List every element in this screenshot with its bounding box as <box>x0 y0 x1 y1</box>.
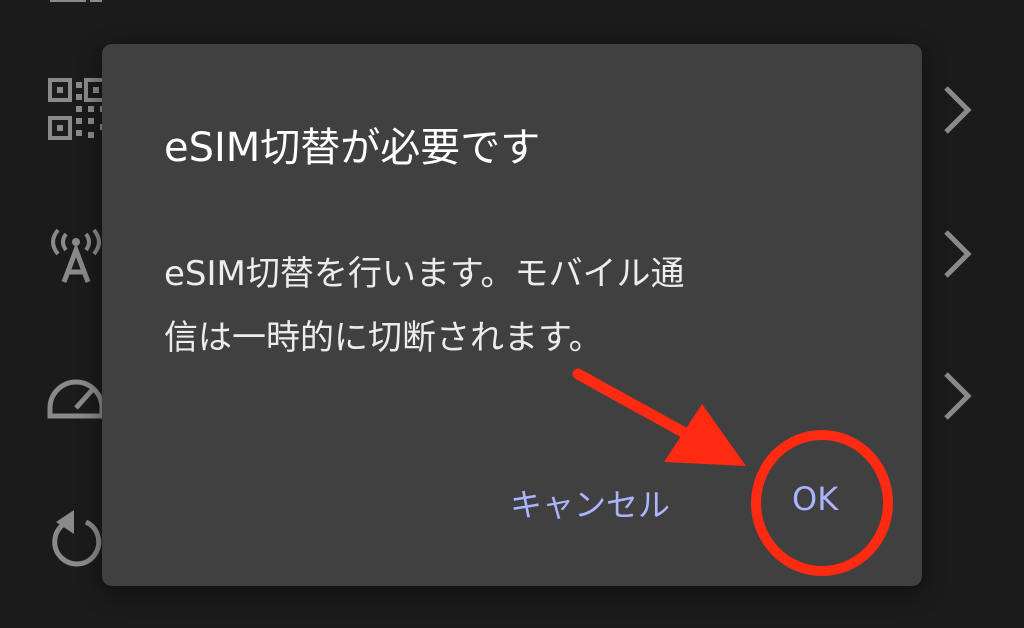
screen: eSIM切替が必要です eSIM切替を行います。モバイル通 信は一時的に切断され… <box>0 0 1024 628</box>
device-icon <box>50 0 102 2</box>
esim-switch-dialog: eSIM切替が必要です eSIM切替を行います。モバイル通 信は一時的に切断され… <box>102 44 922 586</box>
dialog-title: eSIM切替が必要です <box>164 125 541 171</box>
dialog-message: eSIM切替を行います。モバイル通 信は一時的に切断されます。 <box>164 242 864 370</box>
chevron-right-icon <box>944 372 972 420</box>
chevron-right-icon <box>944 86 972 134</box>
qr-code-icon <box>48 78 108 140</box>
chevron-right-icon <box>944 230 972 278</box>
ok-button[interactable]: OK <box>792 480 838 518</box>
dialog-message-line1: eSIM切替を行います。モバイル通 <box>164 254 685 294</box>
dialog-message-line2: 信は一時的に切断されます。 <box>164 318 603 358</box>
cancel-button[interactable]: キャンセル <box>510 480 670 526</box>
